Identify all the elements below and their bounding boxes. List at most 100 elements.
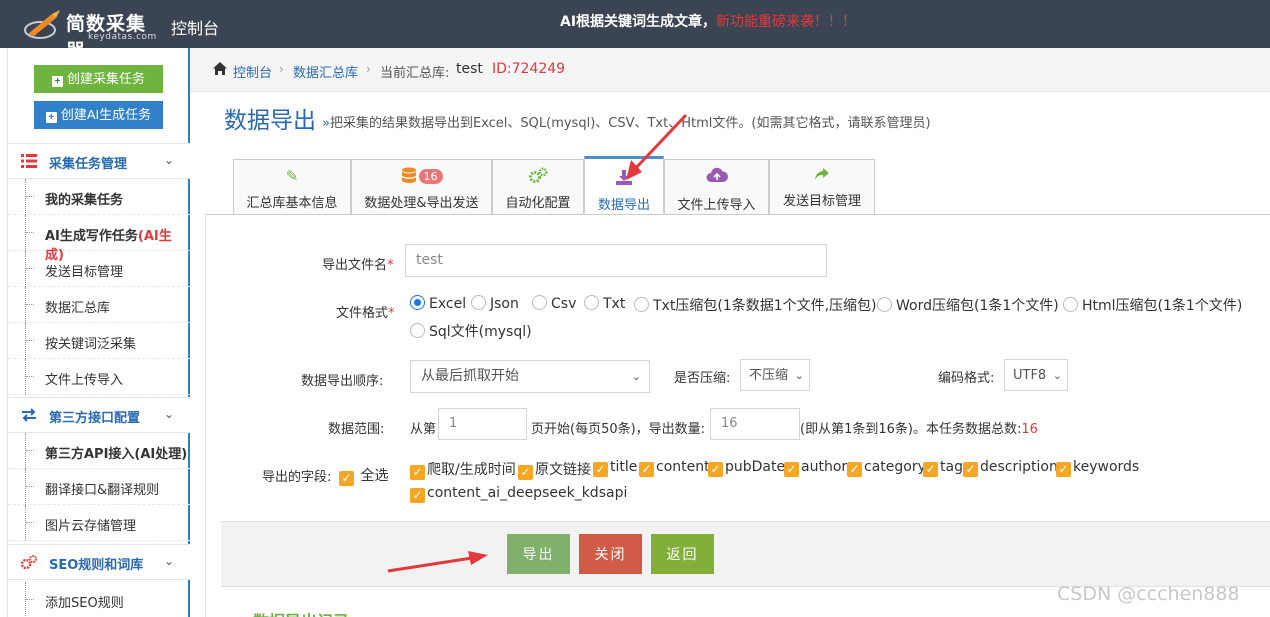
format-radio-json[interactable]: Json xyxy=(471,295,519,312)
sidebar-item-label: 文件上传导入 xyxy=(45,373,124,388)
sidebar-group-third-party[interactable]: 第三方接口配置 ⌄ xyxy=(8,397,190,433)
select-all-checkbox[interactable]: ✓ 全选 xyxy=(339,465,388,486)
checkbox-label: 全选 xyxy=(360,468,389,484)
field-checkbox-source-link[interactable]: ✓ 原文链接 xyxy=(518,459,591,480)
export-button[interactable]: 导出 xyxy=(507,534,570,574)
field-checkbox-content[interactable]: ✓ content xyxy=(639,459,710,477)
create-task-button[interactable]: + 创建采集任务 xyxy=(34,65,163,93)
field-checkbox-title[interactable]: ✓ title xyxy=(593,459,637,477)
field-checkbox-crawl-time[interactable]: ✓ 爬取/生成时间 xyxy=(410,459,516,480)
field-checkbox-category[interactable]: ✓ category xyxy=(847,459,926,477)
page-title: 数据导出 xyxy=(224,108,316,134)
sidebar-item-third-party-api[interactable]: 第三方API接入(AI处理) xyxy=(8,433,190,469)
description-arrow: » xyxy=(322,116,330,131)
tree-line xyxy=(25,582,34,617)
tree-line xyxy=(25,433,34,469)
sidebar-item-label: 数据汇总库 xyxy=(45,301,111,316)
chevron-down-icon: ⌄ xyxy=(164,153,175,167)
breadcrumb-current-id: ID:724249 xyxy=(492,61,566,77)
compress-select[interactable]: 不压缩 ⌄ xyxy=(740,359,810,391)
logo[interactable]: 简数采集器 keydatas.com xyxy=(22,6,162,62)
gears-icon xyxy=(493,167,583,185)
close-button[interactable]: 关闭 xyxy=(579,534,642,574)
description-text: 把采集的结果数据导出到Excel、SQL(mysql)、CSV、Txt、Html… xyxy=(329,116,931,131)
checkbox-checked-icon: ✓ xyxy=(963,462,978,477)
tab-data-processing[interactable]: 16 数据处理&导出发送 xyxy=(351,159,492,215)
required-mark: * xyxy=(387,258,394,273)
back-button[interactable]: 返回 xyxy=(651,534,714,574)
gears-icon xyxy=(21,555,37,569)
range-start-input[interactable]: 1 xyxy=(438,408,527,440)
sidebar-item-keyword-collect[interactable]: 按关键词泛采集 xyxy=(8,323,190,359)
checkbox-label: keywords xyxy=(1073,459,1140,475)
range-from-text: 从第 xyxy=(410,422,437,437)
export-records-heading: 数据导出记录 xyxy=(253,608,349,617)
filename-label-text: 导出文件名 xyxy=(322,258,388,273)
tab-automation[interactable]: 自动化配置 xyxy=(492,159,584,215)
sidebar-item-send-targets[interactable]: 发送目标管理 xyxy=(8,251,190,287)
sidebar-group-collect[interactable]: 采集任务管理 ⌄ xyxy=(8,143,190,179)
checkbox-checked-icon: ✓ xyxy=(1056,462,1071,477)
top-bar: 简数采集器 keydatas.com 控制台 AI根据关键词生成文章，新功能重磅… xyxy=(0,0,1270,62)
compress-label: 是否压缩: xyxy=(674,371,731,386)
tree-line xyxy=(25,215,34,251)
sidebar-item-label: 我的采集任务 xyxy=(45,193,124,208)
sidebar-item-label: 添加SEO规则 xyxy=(45,596,124,611)
checkbox-checked-icon: ✓ xyxy=(518,465,533,480)
create-task-label: 创建采集任务 xyxy=(66,71,145,86)
chevron-down-icon: ⌄ xyxy=(794,369,804,382)
announcement-text: AI根据关键词生成文章， xyxy=(560,14,717,30)
checkbox-label: category xyxy=(864,459,926,475)
tab-label: 自动化配置 xyxy=(505,196,571,211)
field-checkbox-tag[interactable]: ✓ tag xyxy=(923,459,963,477)
encoding-select[interactable]: UTF8 ⌄ xyxy=(1004,359,1068,391)
tab-send-targets[interactable]: 发送目标管理 xyxy=(769,159,875,214)
format-radio-html-zip[interactable]: Html压缩包(1条1个文件) xyxy=(1063,295,1242,315)
tab-data-export[interactable]: 数据导出 xyxy=(584,156,664,213)
format-radio-excel[interactable]: Excel xyxy=(410,295,466,312)
sidebar-item-translation[interactable]: 翻译接口&翻译规则 xyxy=(8,469,190,505)
field-checkbox-author[interactable]: ✓ author xyxy=(784,459,847,477)
filename-input[interactable]: test xyxy=(405,244,827,277)
sidebar-item-my-tasks[interactable]: 我的采集任务 xyxy=(8,179,190,215)
sidebar-item-image-storage[interactable]: 图片云存储管理 xyxy=(8,505,190,541)
range-count-input[interactable]: 16 xyxy=(710,408,800,440)
checkbox-label: 原文链接 xyxy=(535,462,591,478)
tab-basic-info[interactable]: ✎ 汇总库基本信息 xyxy=(233,159,351,215)
format-radio-txt-zip[interactable]: Txt压缩包(1条数据1个文件,压缩包) xyxy=(634,295,877,315)
format-radio-word-zip[interactable]: Word压缩包(1条1个文件) xyxy=(877,295,1059,315)
count-badge: 16 xyxy=(418,169,443,184)
format-radio-csv[interactable]: Csv xyxy=(532,295,576,312)
console-title[interactable]: 控制台 xyxy=(171,15,219,39)
sidebar-item-ai-writing[interactable]: AI生成写作任务(AI生成) xyxy=(8,215,190,263)
filename-label: 导出文件名* xyxy=(322,254,394,273)
tab-label: 数据处理&导出发送 xyxy=(364,196,479,211)
breadcrumb-separator: › xyxy=(366,62,371,76)
sidebar-item-file-upload[interactable]: 文件上传导入 xyxy=(8,359,190,395)
field-checkbox-pubdate[interactable]: ✓ pubDate xyxy=(708,459,785,477)
breadcrumb-home[interactable]: 控制台 xyxy=(233,62,272,81)
radio-label: Json xyxy=(490,296,519,312)
tab-file-upload[interactable]: 文件上传导入 xyxy=(664,159,769,215)
sidebar-item-data-library[interactable]: 数据汇总库 xyxy=(8,287,190,323)
format-radio-sql[interactable]: Sql文件(mysql) xyxy=(410,321,532,341)
field-checkbox-description[interactable]: ✓ description xyxy=(963,459,1058,477)
tree-line xyxy=(25,359,34,395)
checkbox-checked-icon: ✓ xyxy=(708,462,723,477)
order-select[interactable]: 从最后抓取开始 ⌄ xyxy=(410,360,650,393)
range-note-text: (即从第1条到16条)。本任务数据总数: xyxy=(800,422,1022,437)
sidebar-item-add-seo-rule[interactable]: 添加SEO规则 xyxy=(8,582,190,617)
field-checkbox-content-ai[interactable]: ✓ content_ai_deepseek_kdsapi xyxy=(410,485,627,503)
field-checkbox-keywords[interactable]: ✓ keywords xyxy=(1056,459,1139,477)
home-icon[interactable] xyxy=(212,61,228,76)
logo-mark-icon xyxy=(24,10,60,39)
announcement[interactable]: AI根据关键词生成文章，新功能重磅来袭！！！ xyxy=(560,11,856,31)
create-ai-task-button[interactable]: + 创建AI生成任务 xyxy=(34,101,163,129)
sidebar-group-seo[interactable]: SEO规则和词库 ⌄ xyxy=(8,544,190,580)
order-select-value: 从最后抓取开始 xyxy=(421,368,519,384)
breadcrumb-library[interactable]: 数据汇总库 xyxy=(293,62,358,81)
format-radio-txt[interactable]: Txt xyxy=(584,295,625,312)
tab-label: 数据导出 xyxy=(597,198,650,213)
radio-circle xyxy=(410,323,425,338)
tab-label: 文件上传导入 xyxy=(677,198,756,213)
